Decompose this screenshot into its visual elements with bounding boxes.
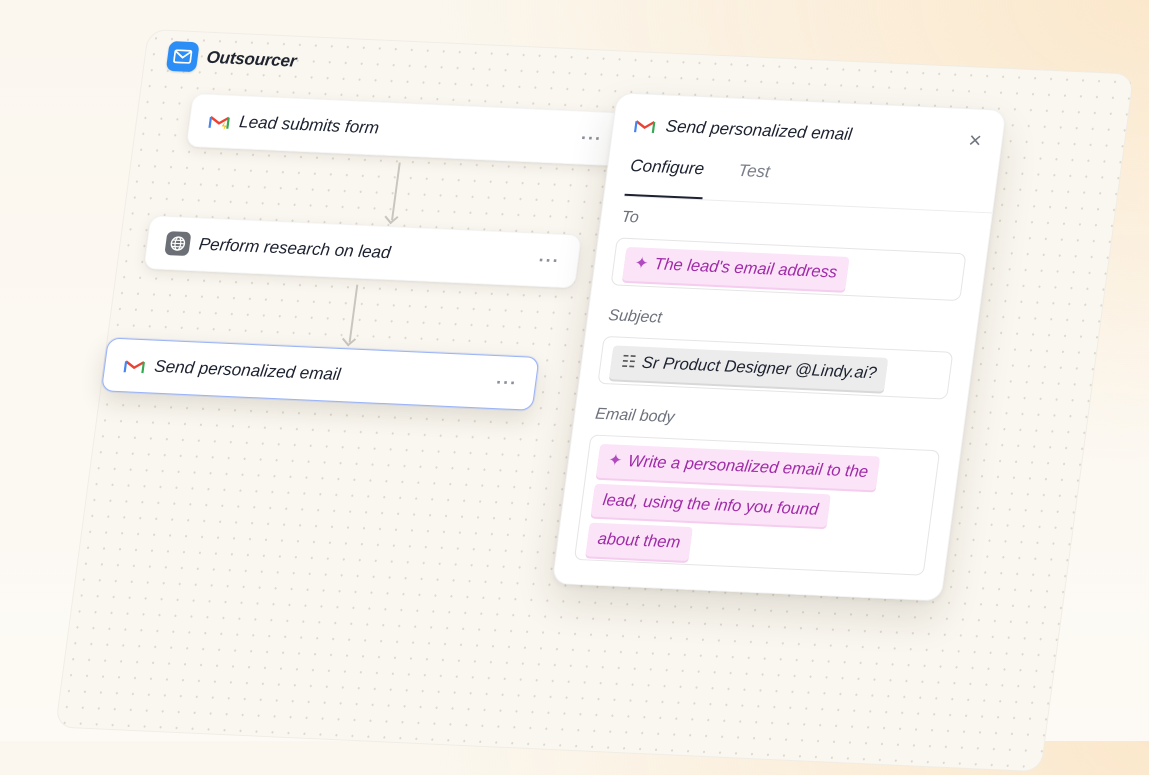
variable-chip[interactable]: ☷ Sr Product Designer @Lindy.ai? (609, 345, 889, 392)
gmail-icon (632, 114, 657, 137)
to-label: To (620, 208, 640, 227)
node-label: Send personalized email (153, 356, 342, 384)
canvas-header: Outsourcer (165, 40, 298, 77)
more-menu-icon[interactable]: ··· (495, 372, 519, 394)
subject-label: Subject (607, 307, 663, 327)
configure-panel: Send personalized email × Configure Test… (551, 92, 1007, 602)
ai-chip-line[interactable]: about them (585, 522, 693, 561)
panel-tabs: Configure Test (624, 155, 998, 214)
email-body-label: Email body (594, 405, 676, 427)
sparkle-icon: ✦ (607, 451, 624, 470)
workflow-scene: Outsourcer Lead submits form ··· Perform… (0, 0, 1149, 773)
more-menu-icon[interactable]: ··· (537, 249, 561, 271)
panel-title: Send personalized email (664, 116, 854, 144)
close-icon[interactable]: × (967, 127, 983, 152)
gmail-icon (122, 354, 147, 377)
list-filter-icon: ☷ (620, 352, 638, 372)
node-label: Perform research on lead (197, 234, 392, 263)
panel-header: Send personalized email × (632, 114, 983, 153)
tab-configure[interactable]: Configure (624, 155, 708, 200)
subject-field[interactable]: ☷ Sr Product Designer @Lindy.ai? (597, 335, 954, 400)
ai-chip[interactable]: ✦ The lead's email address (622, 246, 850, 291)
ai-chip-line[interactable]: lead, using the info you found (590, 483, 831, 528)
to-value: The lead's email address (653, 255, 839, 282)
sparkle-icon: ✦ (633, 254, 650, 273)
to-field[interactable]: ✦ The lead's email address (610, 237, 967, 302)
subject-value: Sr Product Designer @Lindy.ai? (640, 353, 878, 383)
globe-icon (164, 231, 192, 257)
ai-chip-line[interactable]: ✦ Write a personalized email to the (595, 443, 881, 491)
gmail-icon (207, 110, 232, 133)
node-label: Lead submits form (238, 112, 381, 138)
more-menu-icon[interactable]: ··· (580, 127, 604, 149)
canvas-title: Outsourcer (205, 47, 298, 71)
mail-app-icon (165, 40, 200, 73)
email-body-field[interactable]: ✦ Write a personalized email to the lead,… (573, 434, 941, 576)
tab-test[interactable]: Test (732, 161, 773, 202)
body-line: Write a personalized email to the (626, 452, 870, 482)
